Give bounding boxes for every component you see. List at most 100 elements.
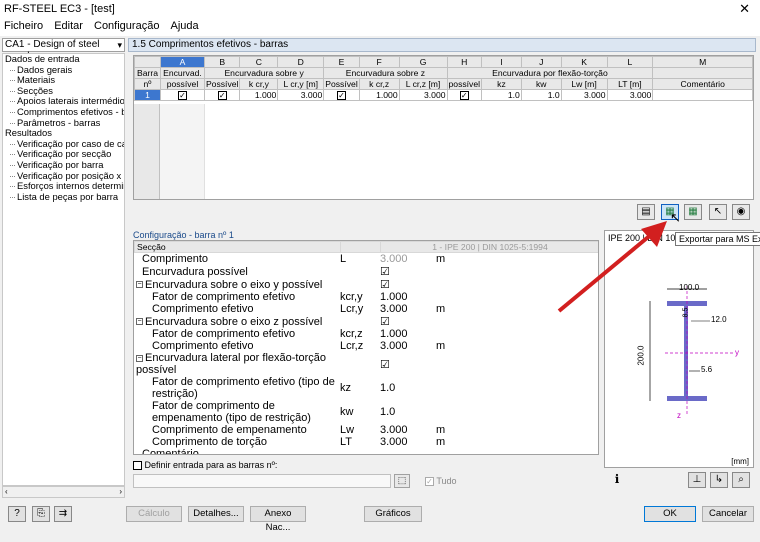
- config-value[interactable]: 1.0: [380, 400, 436, 424]
- tree-scrollbar[interactable]: ‹ ›: [2, 486, 125, 498]
- menu-settings[interactable]: Configuração: [90, 18, 163, 32]
- case-selector[interactable]: CA1 - Design of steel members ▾: [2, 38, 125, 62]
- col-letter[interactable]: H: [446, 56, 483, 68]
- col-letter[interactable]: C: [239, 56, 279, 68]
- col-letter[interactable]: D: [277, 56, 325, 68]
- config-row[interactable]: − Encurvadura sobre o eixo y possível ☑: [134, 278, 598, 291]
- col-letter[interactable]: K: [560, 56, 608, 68]
- table-cell[interactable]: [652, 88, 753, 102]
- tree-item[interactable]: Verificação por barra: [3, 159, 124, 171]
- config-value[interactable]: 3.000: [380, 253, 436, 265]
- help-icon[interactable]: ?: [8, 506, 26, 522]
- col-letter[interactable]: F: [358, 56, 400, 68]
- dimensions-icon[interactable]: ⊥: [688, 472, 706, 488]
- config-value[interactable]: ☑: [380, 265, 436, 278]
- checkbox-cell[interactable]: ✓: [159, 88, 205, 102]
- table-cell[interactable]: 3.000: [560, 88, 608, 102]
- checkbox-cell[interactable]: ✓: [323, 88, 360, 102]
- all-checkbox-row[interactable]: ✓ Tudo: [425, 476, 457, 487]
- config-row[interactable]: Comprimento L 3.000 m: [134, 253, 598, 265]
- tree-item[interactable]: Parâmetros - barras: [3, 117, 124, 129]
- pick-members-icon[interactable]: ⬚: [394, 474, 410, 488]
- config-row[interactable]: Comprimento efetivo Lcr,z 3.000 m: [134, 340, 598, 352]
- zoom-icon[interactable]: ⌕: [732, 472, 750, 488]
- all-checkbox[interactable]: ✓: [425, 477, 434, 487]
- checkbox[interactable]: ✓: [336, 91, 346, 101]
- table-cell[interactable]: 1.0: [520, 88, 562, 102]
- config-row[interactable]: Fator de comprimento de empenamento (tip…: [134, 400, 598, 424]
- ok-button[interactable]: OK: [644, 506, 696, 522]
- table-cell[interactable]: 3.000: [277, 88, 325, 102]
- config-value[interactable]: ☑: [380, 352, 436, 376]
- config-row[interactable]: Comentário: [134, 448, 598, 454]
- config-row[interactable]: Fator de comprimento efetivo kcr,z 1.000: [134, 328, 598, 340]
- menu-file[interactable]: Ficheiro: [0, 18, 47, 32]
- details-button[interactable]: Detalhes...: [188, 506, 244, 522]
- checkbox-cell[interactable]: ✓: [203, 88, 241, 102]
- config-value[interactable]: ☑: [380, 278, 436, 291]
- menu-edit[interactable]: Editar: [50, 18, 87, 32]
- table-cell[interactable]: 1.000: [239, 88, 279, 102]
- config-value[interactable]: 3.000: [380, 424, 436, 436]
- excel-import-icon[interactable]: ▦: [684, 204, 702, 220]
- define-members-row[interactable]: Definir entrada para as barras nº:: [133, 460, 433, 472]
- export-icon[interactable]: ⎘: [32, 506, 50, 522]
- config-value[interactable]: [380, 448, 436, 454]
- config-row[interactable]: Comprimento de torção LT 3.000 m: [134, 436, 598, 448]
- config-row[interactable]: Comprimento de empenamento Lw 3.000 m: [134, 424, 598, 436]
- scroll-left-icon[interactable]: ‹: [5, 487, 8, 496]
- col-letter[interactable]: J: [520, 56, 562, 68]
- graphics-button[interactable]: Gráficos: [364, 506, 422, 522]
- config-row[interactable]: Fator de comprimento efetivo (tipo de re…: [134, 376, 598, 400]
- collapse-icon[interactable]: −: [136, 354, 143, 362]
- tree-item[interactable]: Dados de entrada: [3, 54, 124, 65]
- table-cell[interactable]: 1.000: [358, 88, 400, 102]
- table-cell[interactable]: 3.000: [398, 88, 448, 102]
- axes-icon[interactable]: ↳: [710, 472, 728, 488]
- scroll-right-icon[interactable]: ›: [119, 487, 122, 496]
- config-row[interactable]: Comprimento efetivo Lcr,y 3.000 m: [134, 303, 598, 315]
- tree-item[interactable]: Comprimentos efetivos - barras: [3, 106, 124, 118]
- config-row[interactable]: − Encurvadura sobre o eixo z possível ☑: [134, 315, 598, 328]
- import-icon[interactable]: ⇉: [54, 506, 72, 522]
- config-value[interactable]: 3.000: [380, 340, 436, 352]
- config-value[interactable]: 1.000: [380, 328, 436, 340]
- define-members-checkbox[interactable]: [133, 461, 142, 471]
- config-value[interactable]: 3.000: [380, 303, 436, 315]
- table-cell[interactable]: 3.000: [606, 88, 654, 102]
- checkbox[interactable]: ✓: [217, 91, 227, 101]
- config-value[interactable]: 1.0: [380, 376, 436, 400]
- select-member-icon[interactable]: ↖: [709, 204, 727, 220]
- col-letter[interactable]: B: [203, 56, 241, 68]
- row-number[interactable]: 1: [134, 88, 161, 102]
- config-row[interactable]: − Encurvadura lateral por flexão-torção p…: [134, 352, 598, 376]
- config-value[interactable]: 3.000: [380, 436, 436, 448]
- calc-button[interactable]: Cálculo: [126, 506, 182, 522]
- table-cell[interactable]: 1.0: [481, 88, 522, 102]
- collapse-icon[interactable]: −: [136, 318, 143, 326]
- members-input[interactable]: [133, 474, 391, 488]
- info-icon[interactable]: ℹ: [608, 472, 626, 488]
- chevron-down-icon[interactable]: ▾: [117, 39, 122, 51]
- checkbox[interactable]: ✓: [459, 91, 469, 101]
- config-row[interactable]: Fator de comprimento efetivo kcr,y 1.000: [134, 291, 598, 303]
- config-table[interactable]: Secção 1 - IPE 200 | DIN 1025-5:1994 Com…: [133, 240, 599, 455]
- col-letter[interactable]: M: [652, 56, 753, 68]
- checkbox[interactable]: ✓: [177, 91, 187, 101]
- menu-help[interactable]: Ajuda: [167, 18, 203, 32]
- col-letter[interactable]: E: [323, 56, 360, 68]
- col-letter[interactable]: G: [398, 56, 448, 68]
- close-icon[interactable]: ✕: [739, 1, 750, 17]
- col-letter[interactable]: I: [481, 56, 522, 68]
- tree-item[interactable]: Lista de peças por barra: [3, 191, 124, 203]
- checkbox-cell[interactable]: ✓: [446, 88, 483, 102]
- col-letter[interactable]: L: [606, 56, 654, 68]
- config-row[interactable]: Encurvadura possível ☑: [134, 265, 598, 279]
- col-letter[interactable]: A: [159, 56, 205, 68]
- view-icon[interactable]: ◉: [732, 204, 750, 220]
- config-value[interactable]: ☑: [380, 315, 436, 328]
- table-row[interactable]: 1 ✓ ✓ 1.000 3.000 ✓ 1.000 3.000 ✓ 1.0 1.…: [134, 88, 753, 102]
- config-value[interactable]: 1.000: [380, 291, 436, 303]
- annex-button[interactable]: Anexo Nac...: [250, 506, 306, 533]
- effective-lengths-table[interactable]: A B C D E F G H I J K L M Barra Encurvad…: [133, 55, 754, 200]
